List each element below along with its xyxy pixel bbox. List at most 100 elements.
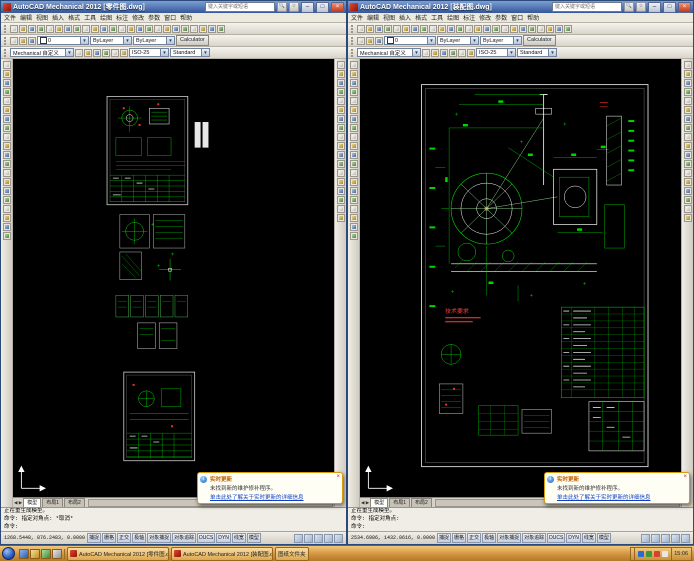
show-desktop-icon[interactable] [52,548,62,559]
menu-item[interactable]: 格式 [68,13,80,22]
quickcalc-icon[interactable] [555,24,563,33]
point-icon[interactable] [349,178,358,186]
menu-item[interactable]: 视图 [383,13,395,22]
object-snap-icon[interactable] [458,48,466,57]
arc-icon[interactable] [2,106,11,114]
toolbar-grip[interactable] [4,48,8,57]
circle-icon[interactable] [349,115,358,123]
stretch-icon[interactable] [683,133,692,141]
status-toggle[interactable]: 捕捉 [87,533,102,543]
qnew-icon[interactable] [10,24,18,33]
ellipse-arc-icon[interactable] [2,151,11,159]
menu-item[interactable]: 工具 [84,13,96,22]
publish-icon[interactable] [402,24,410,33]
break-at-point-icon[interactable] [683,160,692,168]
plot-preview-icon[interactable] [393,24,401,33]
command-prompt[interactable]: 命令: [4,522,343,530]
folder-icon[interactable] [30,548,40,559]
tab-layout1[interactable]: 布局1 [389,498,410,507]
workspace-switching-icon[interactable] [661,533,670,543]
spline-icon[interactable] [2,133,11,141]
taskbar-button-1[interactable]: AutoCAD Mechanical 2012 [零件图.dwg] [67,546,169,561]
scale-icon[interactable] [336,124,345,132]
tool-palettes-icon[interactable] [528,24,536,33]
zoom-realtime-icon[interactable] [136,24,144,33]
status-toggle[interactable]: DUCS [547,533,566,543]
menu-item[interactable]: 文件 [351,13,363,22]
construction-line-icon[interactable] [349,70,358,78]
point-icon[interactable] [2,178,11,186]
my-workspace-icon[interactable] [440,48,448,57]
spline-icon[interactable] [349,133,358,141]
infocenter-search-input[interactable] [552,2,622,12]
menu-item[interactable]: 参数 [495,13,507,22]
layer-combo[interactable]: 0 ▼ [37,36,89,45]
extend-icon[interactable] [683,151,692,159]
multiline-text-icon[interactable] [349,223,358,231]
make-object-layer-current-icon[interactable] [28,36,36,45]
tab-layout2[interactable]: 布局2 [63,498,85,507]
tab-layout1[interactable]: 布局1 [42,498,63,507]
block-editor-icon[interactable] [447,24,455,33]
menu-item[interactable]: 帮助 [527,13,539,22]
status-toggle[interactable]: 对象捕捉 [497,533,522,543]
blend-curves-icon[interactable] [336,205,345,213]
workspace-settings-icon[interactable] [75,48,83,57]
revcloud-icon[interactable] [2,124,11,132]
annotation-visibility-icon[interactable] [294,533,303,543]
menu-item[interactable]: 绘图 [100,13,112,22]
hatch-icon[interactable] [2,187,11,195]
plot-preview-icon[interactable] [46,24,54,33]
line-icon[interactable] [2,61,11,69]
redo-icon[interactable] [118,24,126,33]
zoom-window-icon[interactable] [145,24,153,33]
status-right-icons[interactable] [641,533,690,543]
communication-center-icon[interactable]: ☆ [636,2,646,12]
explode-icon[interactable] [336,214,345,222]
designcenter-icon[interactable] [172,24,180,33]
cut-icon[interactable] [64,24,72,33]
copy-icon[interactable] [683,70,692,78]
status-toggle[interactable]: 正交 [467,533,482,543]
color-combo[interactable]: ByLayer ▼ [90,36,132,45]
workspace-settings-icon[interactable] [422,48,430,57]
menu-bar[interactable]: 文件 编辑 视图 插入 格式 工具 绘图 标注 修改 参数 窗口 帮助 [348,13,693,23]
properties-icon[interactable] [163,24,171,33]
layer-states-icon[interactable] [366,36,374,45]
input-method-icon[interactable] [662,550,669,557]
undo-icon[interactable] [109,24,117,33]
command-line[interactable]: 正在重生成模型。 命令: 指定对角点: 命令: [348,507,693,531]
make-object-layer-current-icon[interactable] [375,36,383,45]
toolbar-grip[interactable] [351,48,355,57]
menu-item[interactable]: 视图 [36,13,48,22]
region-icon[interactable] [349,205,358,213]
workspace-combo[interactable]: Mechanical 自定义 ▼ [10,48,74,57]
status-toggle[interactable]: 极轴 [482,533,497,543]
zoom-previous-icon[interactable] [501,24,509,33]
trim-icon[interactable] [336,142,345,150]
undo-icon[interactable] [456,24,464,33]
status-toggle[interactable]: 线宽 [231,533,246,543]
table-icon[interactable] [349,214,358,222]
status-toggle[interactable]: 模型 [246,533,261,543]
menu-item[interactable]: 标注 [116,13,128,22]
toolbar-grip[interactable] [351,36,355,45]
restore-button[interactable]: □ [316,1,329,13]
menu-item[interactable]: 窗口 [164,13,176,22]
status-toggles[interactable]: 捕捉 栅格 正交 极轴 对象捕捉 对象追踪 DUCS DYN 线宽 模型 [87,533,261,543]
menu-item[interactable]: 文件 [4,13,16,22]
calculator-button[interactable]: Calculator [523,35,556,46]
layer-properties-icon[interactable] [357,36,365,45]
options-icon[interactable] [102,48,110,57]
menu-item[interactable]: 工具 [431,13,443,22]
tab-nav-arrows[interactable]: ◀ ▶ [361,500,369,506]
line-icon[interactable] [349,61,358,69]
textstyle-combo[interactable]: Standard ▼ [517,48,557,57]
chamfer-icon[interactable] [683,187,692,195]
menu-item[interactable]: 编辑 [367,13,379,22]
quickcalc-icon[interactable] [208,24,216,33]
balloon-close-icon[interactable]: × [683,474,687,480]
ellipse-arc-icon[interactable] [349,151,358,159]
clock[interactable]: 15:06 [674,551,688,557]
tab-model[interactable]: 模型 [370,498,389,507]
